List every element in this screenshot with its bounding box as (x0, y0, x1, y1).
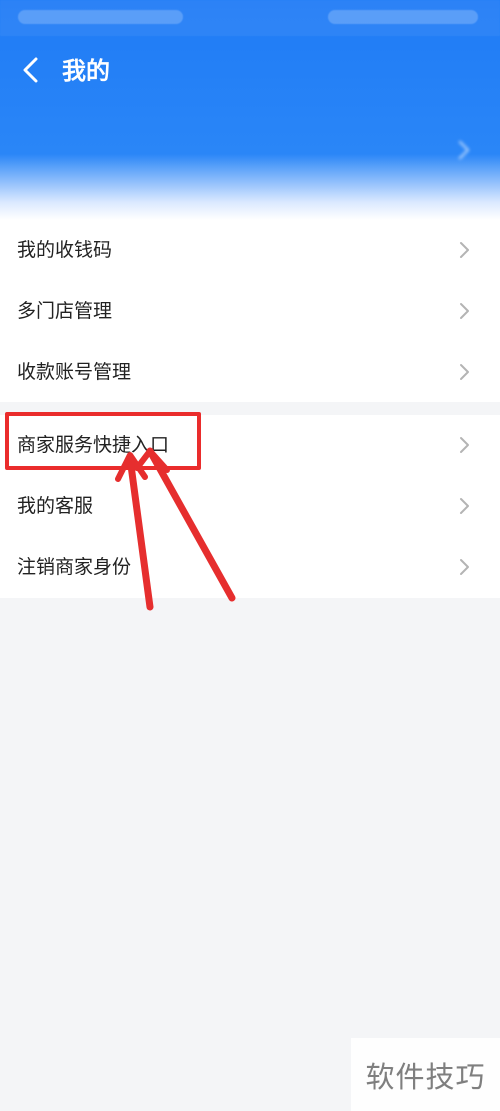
menu-item-label: 注销商家身份 (17, 556, 132, 578)
chevron-right-icon (458, 434, 472, 456)
status-bar-left (18, 10, 183, 24)
back-button[interactable] (14, 56, 46, 88)
menu-group-1: 我的收钱码 多门店管理 收款账号管理 (0, 220, 500, 402)
chevron-right-icon (458, 239, 472, 261)
status-bar-right (328, 10, 478, 24)
profile-card[interactable] (0, 112, 500, 192)
chevron-right-icon (458, 300, 472, 322)
header-background: 我的 (0, 0, 500, 220)
highlight-box (5, 412, 201, 470)
menu-item-label: 我的客服 (17, 495, 94, 517)
top-navigation-bar: 我的 (0, 44, 500, 100)
page-title: 我的 (62, 57, 110, 85)
menu-item-multi-store-management[interactable]: 多门店管理 (0, 281, 500, 342)
menu-item-label: 收款账号管理 (17, 361, 132, 383)
menu-item-payment-account-management[interactable]: 收款账号管理 (0, 342, 500, 403)
watermark: 软件技巧 (351, 1038, 500, 1111)
chevron-right-icon (454, 138, 474, 162)
menu-item-cancel-merchant-identity[interactable]: 注销商家身份 (0, 537, 500, 598)
chevron-left-icon (21, 57, 39, 87)
menu-item-my-customer-service[interactable]: 我的客服 (0, 476, 500, 537)
chevron-right-icon (458, 556, 472, 578)
menu-item-my-collection-code[interactable]: 我的收钱码 (0, 220, 500, 281)
menu-item-label: 多门店管理 (17, 300, 113, 322)
menu-item-label: 我的收钱码 (17, 239, 113, 261)
chevron-right-icon (458, 495, 472, 517)
chevron-right-icon (458, 361, 472, 383)
status-bar (0, 0, 500, 36)
